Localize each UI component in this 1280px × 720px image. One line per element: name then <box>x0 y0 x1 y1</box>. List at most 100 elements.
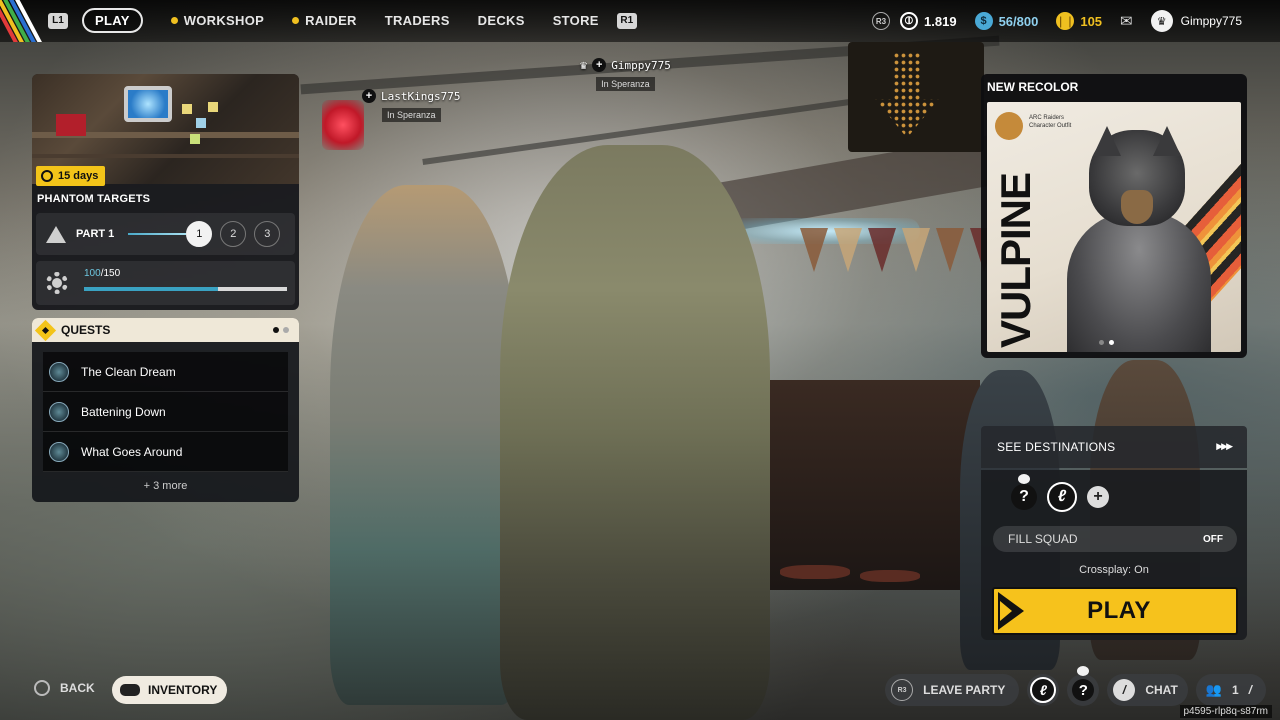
add-friend-icon: + <box>592 58 607 72</box>
notification-dot-icon <box>170 17 178 24</box>
squad-slot-unknown[interactable]: ? <box>1011 474 1037 510</box>
tab-workshop[interactable]: WORKSHOP <box>170 13 264 28</box>
currency-stats: R3 ⦶ 1.819 $ 56/800 ❘❘ 105 ✉ ♛ Gimppy775 <box>872 0 1280 42</box>
fill-squad-toggle[interactable]: FILL SQUAD OFF <box>993 526 1237 552</box>
build-id: p4595-rlp8q-s87rm <box>1179 705 1272 718</box>
quest-item[interactable]: The Clean Dream <box>43 352 288 392</box>
crossplay-status: Crossplay: On <box>1079 564 1149 576</box>
squad-panel: ? ℓ + FILL SQUAD OFF Crossplay: On PLAY <box>981 470 1247 640</box>
crown-icon <box>1077 666 1090 676</box>
party-member-icon[interactable]: ℓ <box>1027 674 1060 706</box>
add-squad-member-button[interactable]: + <box>1087 486 1109 508</box>
player-location: In Speranza <box>596 77 655 91</box>
add-friend-icon: + <box>362 89 376 103</box>
tab-raider[interactable]: RAIDER <box>292 13 357 28</box>
inventory-button[interactable]: INVENTORY <box>112 676 228 704</box>
user-profile[interactable]: ♛ Gimppy775 <box>1150 10 1242 32</box>
back-button[interactable]: BACK <box>34 680 95 696</box>
chat-button[interactable]: / CHAT <box>1107 674 1188 706</box>
stool <box>860 570 920 582</box>
leave-party-button[interactable]: R3 LEAVE PARTY <box>885 674 1020 706</box>
quests-panel: QUESTS The Clean Dream Battening Down Wh… <box>32 318 299 502</box>
tv-icon <box>124 86 172 122</box>
character-right <box>500 145 770 720</box>
recolor-title: NEW RECOLOR <box>987 80 1079 94</box>
stash-capacity[interactable]: $ 56/800 <box>974 12 1038 30</box>
party-controls: R3 LEAVE PARTY ℓ ? / CHAT 👥 1 / <box>885 666 1266 706</box>
red-lamp <box>322 100 364 150</box>
fast-forward-icon: ▶▶▶ <box>1216 441 1233 451</box>
event-title: PHANTOM TARGETS <box>37 193 151 205</box>
part-step-1[interactable]: 1 <box>186 221 213 247</box>
wolf-outfit-figure <box>1059 116 1219 352</box>
event-panel[interactable]: 15 days PHANTOM TARGETS PART 1 1 2 3 100… <box>32 74 299 310</box>
outfit-name: VULPINE <box>992 172 1039 348</box>
brand-logo-icon <box>995 112 1023 140</box>
tab-decks[interactable]: DECKS <box>478 13 525 28</box>
event-part-row[interactable]: PART 1 1 2 3 <box>36 213 295 255</box>
tab-traders[interactable]: TRADERS <box>385 13 450 28</box>
quest-item[interactable]: What Goes Around <box>43 432 288 472</box>
rank-badge-icon: ♛ <box>1150 10 1173 32</box>
quests-header: QUESTS <box>32 318 299 342</box>
r3-hint: R3 <box>891 679 914 701</box>
tab-play[interactable]: PLAY <box>82 8 143 33</box>
see-destinations-button[interactable]: SEE DESTINATIONS ▶▶▶ <box>981 426 1247 468</box>
quests-pager[interactable] <box>273 327 289 333</box>
progress-total: /150 <box>100 268 121 279</box>
fill-squad-state: OFF <box>1203 533 1223 545</box>
quest-item[interactable]: Battening Down <box>43 392 288 432</box>
triangle-icon <box>46 225 66 243</box>
blue-light <box>730 218 920 244</box>
player-tag-right[interactable]: ♛ + Gimppy775 In Speranza <box>580 58 671 91</box>
brand-stripes <box>0 0 44 42</box>
quest-diamond-icon <box>34 319 57 341</box>
stick-icon: / <box>1248 683 1252 697</box>
player-location: In Speranza <box>381 108 441 122</box>
progress-fill <box>84 287 218 291</box>
premium-currency[interactable]: ❘❘ 105 <box>1056 12 1102 30</box>
progress-current: 100 <box>84 268 101 279</box>
arrow-sign <box>848 42 984 152</box>
dot-arrow-icon <box>875 52 939 138</box>
squad-slot-player-icon[interactable]: ℓ <box>1047 482 1077 512</box>
party-count-button[interactable]: 👥 1 / <box>1195 674 1266 706</box>
event-progress: 100/150 <box>36 261 295 305</box>
crown-icon: ♛ <box>580 58 588 72</box>
top-nav-bar: L1 PLAY WORKSHOP RAIDER TRADERS DECKS ST… <box>0 0 1280 42</box>
bunting-flags <box>800 228 998 272</box>
new-recolor-panel[interactable]: NEW RECOLOR ARC Raiders Character Outfit… <box>981 74 1247 358</box>
quest-giver-icon <box>49 441 69 462</box>
tab-store[interactable]: STORE <box>553 13 599 28</box>
stash-icon: $ <box>974 12 993 30</box>
stool <box>780 565 850 579</box>
play-arrow-icon <box>994 589 1038 633</box>
recolor-artwork: ARC Raiders Character Outfit VULPINE <box>987 102 1241 352</box>
touchpad-icon <box>120 684 140 696</box>
mail-icon: ✉ <box>1120 13 1133 30</box>
currency-coins[interactable]: ⦶ 1.819 <box>900 12 957 30</box>
part-step-3[interactable]: 3 <box>254 221 281 247</box>
progress-bar <box>84 287 287 291</box>
r3-hint: R3 <box>872 12 891 30</box>
crown-icon <box>1018 474 1030 484</box>
mail-button[interactable]: ✉ <box>1120 12 1133 30</box>
quest-giver-icon <box>49 401 69 422</box>
recolor-pager[interactable] <box>1099 340 1114 345</box>
main-nav: L1 PLAY WORKSHOP RAIDER TRADERS DECKS ST… <box>48 8 637 33</box>
people-icon: 👥 <box>1205 682 1222 697</box>
premium-coin-icon: ❘❘ <box>1056 12 1075 30</box>
play-button[interactable]: PLAY <box>992 587 1238 635</box>
quest-list: The Clean Dream Battening Down What Goes… <box>43 352 288 472</box>
party-unknown-member[interactable]: ? <box>1067 666 1100 706</box>
gas-mask <box>1121 190 1153 224</box>
quests-more-link[interactable]: + 3 more <box>32 480 299 492</box>
coin-icon: ⦶ <box>900 12 919 30</box>
part-step-2[interactable]: 2 <box>220 221 247 247</box>
circle-button-icon <box>34 680 50 696</box>
player-tag-left[interactable]: + LastKings775 In Speranza <box>362 89 460 122</box>
event-timer: 15 days <box>36 166 106 186</box>
l1-hint: L1 <box>48 12 68 29</box>
timer-icon <box>41 170 53 182</box>
part-progress-line <box>128 233 187 235</box>
